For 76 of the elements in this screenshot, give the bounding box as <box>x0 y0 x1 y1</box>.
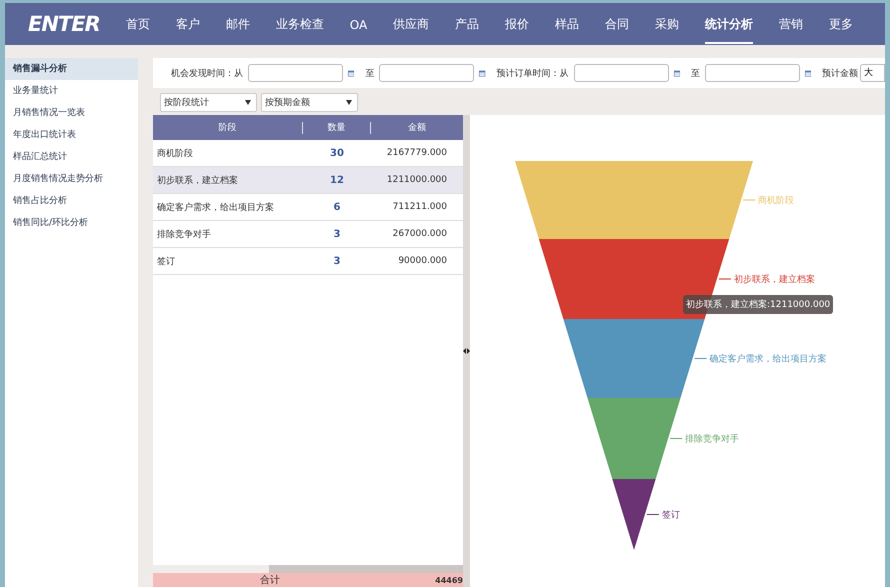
sidebar-item[interactable]: 销售占比分析 <box>5 190 138 212</box>
date-field[interactable] <box>248 64 343 82</box>
sidebar-item[interactable]: 业务量统计 <box>5 80 138 102</box>
table-cell-text: 3 <box>332 228 342 240</box>
leader-line <box>670 438 683 439</box>
nav-item[interactable]: 供应商 <box>393 4 430 44</box>
table-cell-text: 确定客户需求，给出项目方案 <box>156 201 275 214</box>
table-cell-text: 12 <box>329 174 345 186</box>
scrollbar-thumb[interactable] <box>269 565 463 573</box>
funnel-segment[interactable] <box>538 239 730 319</box>
total-label: 合计 <box>260 574 280 587</box>
filter-label: 至 <box>690 68 700 80</box>
leader-line <box>718 278 732 280</box>
date-field[interactable] <box>379 64 474 82</box>
nav-item[interactable]: OA <box>350 6 368 42</box>
table-cell-text: 30 <box>329 148 345 158</box>
nav-item[interactable]: 首页 <box>126 4 150 44</box>
leader-line <box>694 358 708 359</box>
dropdown-caret-icon <box>245 100 251 105</box>
sidebar-item[interactable]: 样品汇总统计 <box>5 146 138 168</box>
column-header: 阶段 <box>153 122 303 134</box>
calendar-icon[interactable] <box>348 68 354 78</box>
tooltip: 初步联系，建立档案:1211000.000 <box>683 295 834 314</box>
funnel-segment[interactable] <box>612 479 656 550</box>
table-row[interactable]: 初步联系，建立档案 12 1211000.000 <box>153 167 463 194</box>
calendar-icon[interactable] <box>479 68 486 78</box>
table-cell-text: 711211.000 <box>392 202 448 212</box>
filter-label: 机会发现时间：从 <box>171 68 243 80</box>
funnel-label: 确定客户需求，给出项目方案 <box>710 354 827 364</box>
sidebar-item[interactable]: 月销售情况一览表 <box>5 102 138 124</box>
sidebar-item[interactable]: 年度出口统计表 <box>5 124 138 146</box>
date-field[interactable] <box>704 64 800 82</box>
column-header: 金额 <box>407 122 427 134</box>
total-value: 44469 <box>435 576 463 584</box>
logo[interactable]: ENTER <box>28 12 100 36</box>
filter-label: 预计金额 <box>822 68 858 80</box>
sidebar-item[interactable]: 销售漏斗分析 <box>5 58 138 80</box>
dropdown-select[interactable]: 按阶段统计 <box>160 93 257 112</box>
calendar-icon[interactable] <box>674 68 680 78</box>
table-cell-text: 267000.000 <box>392 229 448 239</box>
horizontal-scrollbar[interactable] <box>153 565 463 573</box>
table-cell-text: 排除竞争对手 <box>156 228 212 240</box>
nav-item[interactable]: 产品 <box>455 4 480 44</box>
column-header: 数量 <box>303 122 371 134</box>
date-field[interactable] <box>574 64 669 82</box>
table-cell-text: 3 <box>332 256 342 266</box>
dropdown-caret-icon <box>346 100 352 105</box>
table-cell-text: 签订 <box>156 256 176 268</box>
filter-label: 至 <box>365 68 374 80</box>
resize-arrows-icon[interactable] <box>463 348 470 354</box>
nav-item[interactable]: 样品 <box>555 4 580 44</box>
table-cell-text: 1211000.000 <box>386 175 448 185</box>
nav-item[interactable]: 报价 <box>505 4 530 44</box>
nav-item[interactable]: 更多 <box>829 4 854 44</box>
funnel-label: 商机阶段 <box>758 196 794 206</box>
sidebar-item[interactable]: 月度销售情况走势分析 <box>5 168 138 190</box>
calendar-icon[interactable] <box>804 68 812 78</box>
filter-label: 预计订单时间：从 <box>496 68 569 80</box>
nav-item[interactable]: 营销 <box>779 4 804 44</box>
table-cell-text: 90000.000 <box>397 256 448 266</box>
funnel-label: 初步联系，建立档案 <box>734 275 815 285</box>
funnel-label: 签订 <box>662 510 680 520</box>
amount-select[interactable]: 大 <box>860 64 885 82</box>
table-cell-text: 2167779.000 <box>386 148 448 158</box>
nav-item[interactable]: 邮件 <box>226 4 250 44</box>
nav-item[interactable]: 采购 <box>655 4 680 44</box>
sidebar-item[interactable]: 销售同比/环比分析 <box>5 212 138 234</box>
nav-item[interactable]: 客户 <box>176 4 200 44</box>
table-cell-text: 商机阶段 <box>156 148 194 160</box>
leader-line <box>646 514 660 515</box>
table-cell-text: 初步联系，建立档案 <box>156 174 239 186</box>
nav-item[interactable]: 合同 <box>605 4 630 44</box>
table-cell-text: 6 <box>332 202 342 212</box>
nav-item[interactable]: 业务检查 <box>276 4 324 44</box>
dropdown-select[interactable]: 按预期金额 <box>261 93 358 112</box>
funnel-label: 排除竞争对手 <box>685 434 740 444</box>
